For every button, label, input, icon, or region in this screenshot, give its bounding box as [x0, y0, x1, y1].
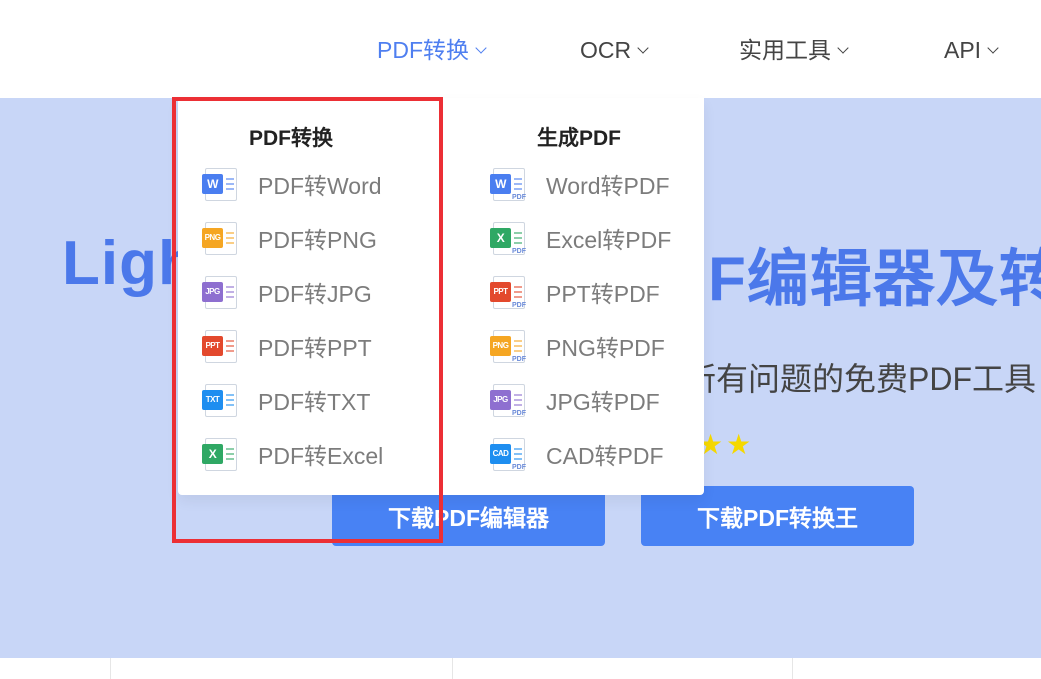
nav-pdf-convert-label: PDF转换: [377, 37, 469, 63]
menu-item-label: PPT转PDF: [546, 281, 660, 307]
nav-pdf-convert[interactable]: PDF转换: [377, 33, 487, 67]
hero-subtitle: 所有问题的免费PDF工具: [684, 361, 1037, 397]
menu-item-label: PDF转PNG: [258, 227, 377, 253]
menu-item-label: PDF转TXT: [258, 389, 371, 415]
menu-item-label: Excel转PDF: [546, 227, 672, 253]
divider: [110, 658, 111, 679]
menu-item-label: Word转PDF: [546, 173, 670, 199]
top-nav: PDF转换 OCR 实用工具 API: [0, 0, 1041, 98]
menu-item[interactable]: W PDF转Word: [202, 164, 382, 204]
menu-item-label: CAD转PDF: [546, 443, 664, 469]
menu-item-label: PDF转Excel: [258, 443, 384, 469]
jpg-to-pdf-icon: JPG PDF: [490, 382, 527, 419]
word-to-pdf-icon: W PDF: [490, 166, 527, 203]
download-editor-button[interactable]: 下载PDF编辑器: [332, 486, 605, 546]
png-to-pdf-icon: PNG PDF: [490, 328, 527, 365]
menu-item[interactable]: PNG PDF PNG转PDF: [490, 326, 665, 366]
hero-title: Ligh F编辑器及转: [62, 228, 1041, 314]
download-converter-button[interactable]: 下载PDF转换王: [641, 486, 914, 546]
png-icon: PNG: [202, 220, 239, 257]
menu-item[interactable]: CAD PDF CAD转PDF: [490, 434, 664, 474]
jpg-icon: JPG: [202, 274, 239, 311]
rating-stars: ★★: [698, 429, 755, 460]
menu-item[interactable]: X PDF转Excel: [202, 434, 383, 474]
bottom-strip: [0, 658, 1041, 679]
menu-item[interactable]: PPT PDF PPT转PDF: [490, 272, 660, 312]
column-title-create-pdf: 生成PDF: [537, 127, 621, 150]
chevron-down-icon: [837, 41, 849, 54]
nav-tools-label: 实用工具: [739, 37, 831, 63]
ppt-to-pdf-icon: PPT PDF: [490, 274, 527, 311]
chevron-down-icon: [987, 41, 999, 54]
chevron-down-icon: [637, 41, 649, 54]
excel-icon: X: [202, 436, 239, 473]
nav-api-label: API: [944, 37, 982, 63]
word-icon: W: [202, 166, 239, 203]
chevron-down-icon: [475, 41, 487, 54]
column-title-pdf-convert: PDF转换: [249, 127, 333, 150]
menu-item-label: PDF转JPG: [258, 281, 372, 307]
menu-item[interactable]: TXT PDF转TXT: [202, 380, 370, 420]
txt-icon: TXT: [202, 382, 239, 419]
menu-item[interactable]: JPG PDF转JPG: [202, 272, 372, 312]
menu-item-label: PNG转PDF: [546, 335, 665, 361]
hero-title-right: F编辑器及转: [708, 245, 1041, 314]
menu-item[interactable]: W PDF Word转PDF: [490, 164, 670, 204]
menu-item-label: JPG转PDF: [546, 389, 660, 415]
nav-ocr-label: OCR: [580, 37, 632, 63]
divider: [452, 658, 453, 679]
hero-title-left: Ligh: [62, 229, 197, 298]
menu-item[interactable]: PNG PDF转PNG: [202, 218, 377, 258]
menu-item-label: PDF转PPT: [258, 335, 372, 361]
menu-item[interactable]: X PDF Excel转PDF: [490, 218, 671, 258]
excel-to-pdf-icon: X PDF: [490, 220, 527, 257]
menu-item[interactable]: JPG PDF JPG转PDF: [490, 380, 660, 420]
pdf-convert-dropdown: PDF转换 W PDF转Word PNG PDF转PNG JPG PDF转JPG PPT PD…: [178, 98, 704, 495]
cad-to-pdf-icon: CAD PDF: [490, 436, 527, 473]
divider: [792, 658, 793, 679]
ppt-icon: PPT: [202, 328, 239, 365]
menu-item[interactable]: PPT PDF转PPT: [202, 326, 372, 366]
nav-tools[interactable]: 实用工具: [739, 33, 849, 67]
menu-item-label: PDF转Word: [258, 173, 382, 199]
nav-api[interactable]: API: [944, 33, 999, 67]
nav-ocr[interactable]: OCR: [580, 33, 649, 67]
